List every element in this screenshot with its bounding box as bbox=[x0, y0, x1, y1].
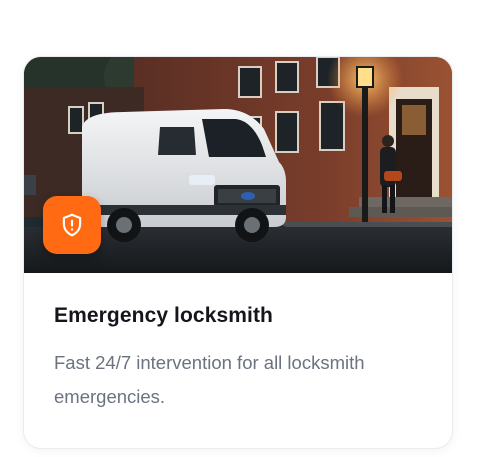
card-title: Emergency locksmith bbox=[54, 304, 273, 327]
card-body: Emergency locksmith Fast 24/7 interventi… bbox=[54, 302, 424, 414]
card-description: Fast 24/7 intervention for all locksmith… bbox=[54, 352, 365, 407]
badge bbox=[43, 196, 101, 254]
service-photo bbox=[24, 57, 452, 273]
shield-exclamation-icon bbox=[59, 212, 85, 238]
service-card[interactable]: Emergency locksmith Fast 24/7 interventi… bbox=[23, 56, 453, 449]
